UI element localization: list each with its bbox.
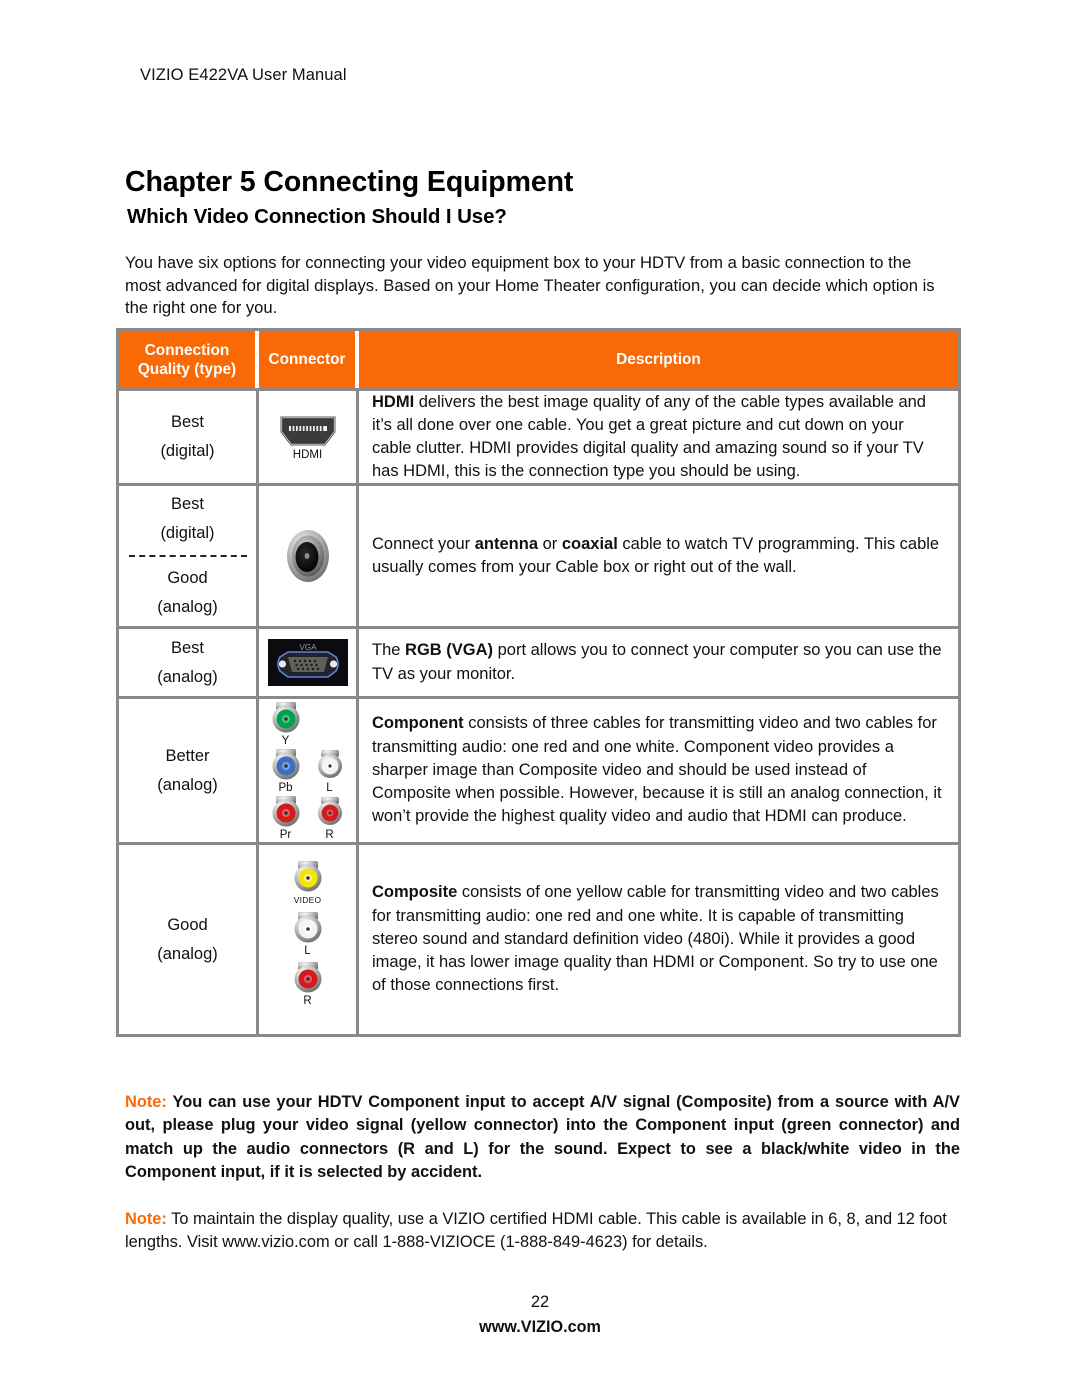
note-text: You can use your HDTV Component input to… bbox=[125, 1093, 960, 1182]
quality-line: Better bbox=[165, 746, 210, 765]
column-header-quality-line1: Connection bbox=[144, 341, 230, 359]
note-component-input: Note: You can use your HDTV Component in… bbox=[125, 1091, 960, 1185]
running-header: VIZIO E422VA User Manual bbox=[140, 66, 347, 84]
description-prefix: The bbox=[372, 641, 406, 660]
quality-line: Best bbox=[170, 638, 205, 657]
quality-line: (digital) bbox=[160, 442, 215, 460]
cell-connector-hdmi: HDMI bbox=[259, 391, 359, 483]
component-jack-label-y: Y bbox=[281, 735, 290, 747]
cell-description-composite: Composite consists of one yellow cable f… bbox=[359, 845, 958, 1034]
cell-connector-vga: VGA bbox=[259, 629, 359, 696]
cell-description-coaxial: Connect your antenna or coaxial cable to… bbox=[359, 486, 958, 626]
description-mid: or bbox=[538, 534, 562, 553]
cell-quality-hdmi: Best (digital) bbox=[119, 391, 259, 483]
section-title: Which Video Connection Should I Use? bbox=[127, 205, 507, 228]
column-header-quality: Connection Quality (type) bbox=[119, 331, 259, 388]
vga-port-label: VGA bbox=[299, 643, 317, 652]
cell-connector-component: Y Pb L Pr R bbox=[259, 699, 359, 842]
page-number: 22 bbox=[530, 1293, 550, 1311]
component-jack-label-pb: Pb bbox=[278, 782, 293, 794]
hdmi-port-label: HDMI bbox=[292, 448, 323, 461]
cell-description-hdmi: HDMI delivers the best image quality of … bbox=[359, 391, 958, 483]
quality-line: (analog) bbox=[157, 598, 218, 616]
component-jacks-icon: Y Pb L Pr R bbox=[264, 700, 352, 841]
cell-quality-coaxial: Best (digital) Good (analog) bbox=[119, 486, 259, 626]
quality-line: Best bbox=[170, 495, 205, 513]
column-header-description: Description bbox=[616, 351, 701, 368]
note-label: Note: bbox=[125, 1210, 167, 1228]
rca-jack-red2-glyph bbox=[317, 797, 342, 825]
cell-connector-coaxial bbox=[259, 486, 359, 626]
cell-connector-composite: VIDEO L R bbox=[259, 845, 359, 1034]
component-jack-pr: Pr bbox=[264, 794, 308, 841]
quality-line: Good bbox=[167, 915, 208, 934]
composite-jack-l: L bbox=[286, 910, 330, 957]
table-header-row: Connection Quality (type) Connector Desc… bbox=[119, 331, 958, 388]
description-bold-coaxial: coaxial bbox=[561, 534, 618, 553]
description-rest: consists of one yellow cable for transmi… bbox=[372, 883, 939, 995]
quality-divider bbox=[128, 555, 247, 557]
composite-jack-label-l: L bbox=[304, 945, 311, 957]
component-jack-label-pr: Pr bbox=[279, 829, 292, 841]
quality-line: (digital) bbox=[160, 524, 215, 542]
component-jack-r: R bbox=[308, 794, 352, 841]
composite-jack-r: R bbox=[286, 960, 330, 1007]
document-page: VIZIO E422VA User Manual Chapter 5 Conne… bbox=[0, 0, 1080, 1397]
quality-line: Good bbox=[167, 569, 208, 587]
vga-port-icon: VGA bbox=[267, 639, 348, 686]
quality-line: (analog) bbox=[157, 775, 218, 794]
description-lead: HDMI bbox=[372, 392, 415, 411]
rca-jack-white-glyph bbox=[294, 912, 321, 943]
quality-line: (analog) bbox=[157, 944, 218, 963]
description-prefix: Connect your bbox=[372, 534, 475, 553]
rca-jack-green-glyph bbox=[272, 702, 299, 733]
intro-paragraph: You have six options for connecting your… bbox=[125, 253, 935, 317]
table-row: Best (analog) VGA The RGB (VGA) port all… bbox=[119, 626, 958, 696]
hdmi-port-glyph bbox=[279, 415, 336, 446]
footer-url: www.VIZIO.com bbox=[479, 1318, 601, 1336]
rca-jack-red-glyph bbox=[272, 796, 299, 827]
composite-jacks-icon: VIDEO L R bbox=[286, 859, 330, 1007]
description-bold-antenna: antenna bbox=[474, 534, 538, 553]
note-text: To maintain the display quality, use a V… bbox=[125, 1210, 947, 1252]
table-row: Better (analog) Y Pb L Pr R Component co… bbox=[119, 696, 958, 842]
component-jack-pb: Pb bbox=[264, 747, 308, 794]
table-row: Good (analog) VIDEO L R Composite consis… bbox=[119, 842, 958, 1034]
cell-quality-composite: Good (analog) bbox=[119, 845, 259, 1034]
note-hdmi-cable: Note: To maintain the display quality, u… bbox=[125, 1208, 960, 1255]
description-rest: delivers the best image quality of any o… bbox=[372, 392, 926, 481]
composite-jack-label-video: VIDEO bbox=[293, 895, 322, 905]
note-label: Note: bbox=[125, 1093, 167, 1111]
coaxial-jack-icon bbox=[286, 530, 329, 582]
cell-description-component: Component consists of three cables for t… bbox=[359, 699, 958, 842]
quality-line: Best bbox=[170, 413, 205, 431]
cell-quality-component: Better (analog) bbox=[119, 699, 259, 842]
rca-jack-blue-glyph bbox=[272, 749, 299, 780]
composite-jack-label-r: R bbox=[303, 995, 312, 1007]
rca-jack-yellow-glyph bbox=[294, 861, 321, 892]
connection-comparison-table: Connection Quality (type) Connector Desc… bbox=[116, 328, 961, 1037]
component-jack-y: Y bbox=[264, 700, 308, 747]
column-header-quality-line2: Quality (type) bbox=[137, 360, 237, 378]
hdmi-port-icon: HDMI bbox=[277, 414, 339, 461]
description-bold-rgb: RGB (VGA) bbox=[405, 641, 494, 660]
quality-line: (analog) bbox=[157, 667, 218, 686]
rca-jack-red-glyph bbox=[294, 962, 321, 993]
table-row: Best (digital) Good (analog) Connect you… bbox=[119, 483, 958, 626]
table-row: Best (digital) HDMI HDMI delivers the be… bbox=[119, 388, 958, 483]
chapter-title: Chapter 5 Connecting Equipment bbox=[125, 166, 574, 198]
cell-quality-vga: Best (analog) bbox=[119, 629, 259, 696]
cell-description-vga: The RGB (VGA) port allows you to connect… bbox=[359, 629, 958, 696]
component-jack-l: L bbox=[308, 747, 352, 794]
component-jack-label-r: R bbox=[325, 829, 334, 841]
component-jack-label-l: L bbox=[326, 782, 333, 794]
rca-jack-white-glyph bbox=[317, 750, 342, 778]
composite-jack-video: VIDEO bbox=[286, 859, 330, 906]
column-header-connector: Connector bbox=[259, 331, 359, 388]
description-lead: Composite bbox=[372, 883, 458, 902]
description-lead: Component bbox=[372, 714, 464, 733]
